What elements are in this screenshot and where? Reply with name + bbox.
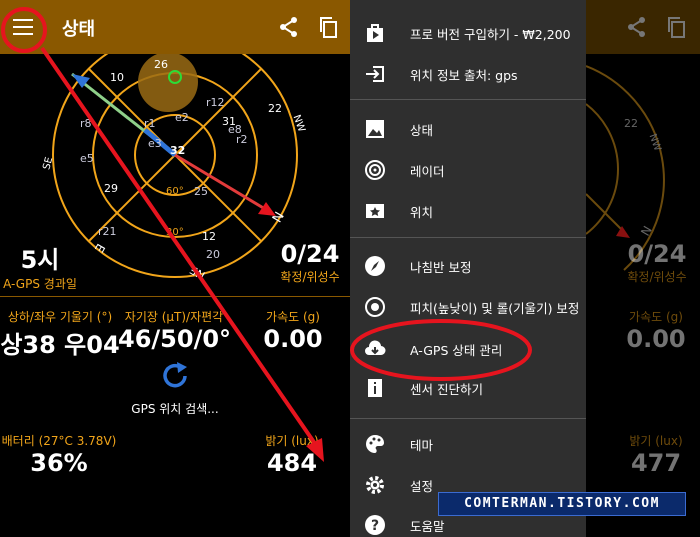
annotation-overlay	[350, 319, 532, 381]
left-screen: 상태 N NE E SE NW 30° 60° 26 10 29 31 2	[0, 0, 350, 537]
annotation-overlay	[1, 7, 324, 462]
watermark: COMTERMAN.TISTORY.COM	[438, 492, 686, 516]
right-screen: 22 NW N 0/24 확정/위성수 가속도 (g) 0.00 밝기 (lux…	[350, 0, 700, 537]
